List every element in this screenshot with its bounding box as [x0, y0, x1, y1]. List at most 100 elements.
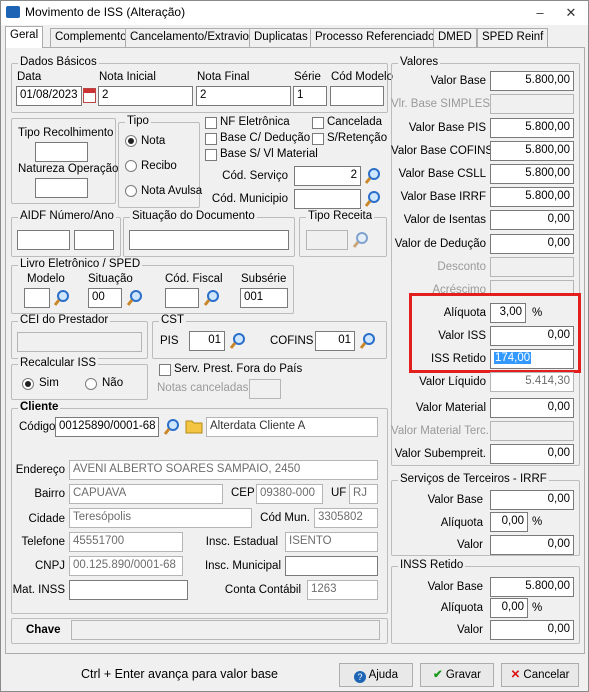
recalcular-nao-radio[interactable] [85, 378, 97, 390]
subserie-input[interactable]: 001 [240, 288, 288, 308]
bairro-input[interactable]: CAPUAVA [69, 484, 223, 504]
insc-municipal-input[interactable] [285, 556, 378, 576]
cei-input[interactable] [17, 332, 142, 352]
search-icon[interactable] [352, 231, 370, 249]
tab-geral[interactable]: Geral [5, 26, 44, 48]
uf-input[interactable]: RJ [349, 484, 378, 504]
codigo-label: Código [19, 421, 56, 433]
ajuda-button[interactable]: ? Ajuda [339, 663, 413, 687]
search-icon[interactable] [163, 418, 181, 436]
cancelada-checkbox[interactable] [312, 117, 324, 129]
acrescimo-input[interactable] [490, 280, 574, 294]
search-icon[interactable] [364, 190, 382, 208]
valor-base-cofins-input[interactable]: 5.800,00 [490, 141, 574, 161]
valor-subempreit-label: Valor Subempreit. [394, 448, 486, 460]
st-valor-input[interactable]: 0,00 [490, 535, 574, 555]
ajuda-label: Ajuda [368, 669, 398, 681]
st-aliquota-input[interactable]: 0,00 [490, 512, 528, 532]
desconto-input[interactable] [490, 257, 574, 277]
search-icon[interactable] [126, 289, 144, 307]
valor-base-input[interactable]: 5.800,00 [490, 71, 574, 91]
recalcular-sim-radio[interactable] [22, 378, 34, 390]
valor-base-csll-input[interactable]: 5.800,00 [490, 164, 574, 184]
tab-complemento[interactable]: Complemento [50, 28, 132, 47]
data-input[interactable]: 01/08/2023 [16, 86, 82, 106]
tab-cancelamento-extravio[interactable]: Cancelamento/Extravio [125, 28, 254, 47]
folder-icon[interactable] [184, 417, 204, 435]
search-icon[interactable] [203, 289, 221, 307]
mat-inss-input[interactable] [69, 580, 188, 600]
inss-valor-base-input[interactable]: 5.800,00 [490, 577, 574, 597]
cliente-nome-input[interactable]: Alterdata Cliente A [206, 417, 378, 437]
chave-input[interactable] [71, 620, 380, 640]
retencao-checkbox[interactable] [312, 133, 324, 145]
tipo-nota-radio[interactable] [125, 135, 137, 147]
notas-canceladas-input[interactable] [249, 379, 281, 399]
help-icon: ? [354, 671, 366, 683]
telefone-input[interactable]: 45551700 [69, 532, 183, 552]
tipo-recibo-radio[interactable] [125, 160, 137, 172]
close-button[interactable]: ✕ [560, 3, 582, 23]
notas-canceladas-label: Notas canceladas [157, 382, 249, 394]
tab-dmed[interactable]: DMED [433, 28, 477, 47]
inss-aliquota-input[interactable]: 0,00 [490, 598, 528, 618]
cod-municipio-input[interactable] [294, 189, 361, 209]
cofins-input[interactable]: 01 [315, 331, 355, 351]
calendar-icon[interactable] [83, 88, 96, 103]
serv-prest-fora-checkbox[interactable] [159, 364, 171, 376]
tipo-nota-avulsa-radio[interactable] [125, 185, 137, 197]
insc-estadual-input[interactable]: ISENTO [285, 532, 378, 552]
valor-isentas-input[interactable]: 0,00 [490, 210, 574, 230]
valor-base-pis-input[interactable]: 5.800,00 [490, 118, 574, 138]
window: Movimento de ISS (Alteração) – ✕ Geral C… [0, 0, 589, 692]
minimize-button[interactable]: – [529, 3, 551, 23]
situacao-input[interactable]: 00 [88, 288, 122, 308]
tipo-recolhimento-input[interactable] [35, 142, 88, 162]
vlr-base-simples-input[interactable] [490, 94, 574, 114]
situacao-documento-input[interactable] [129, 230, 289, 250]
insc-estadual-label: Insc. Estadual [205, 536, 278, 548]
cep-input[interactable]: 09380-000 [256, 484, 323, 504]
search-icon[interactable] [229, 332, 247, 350]
codigo-input[interactable]: 00125890/0001-68 [55, 417, 159, 437]
st-valor-label: Valor [457, 539, 483, 551]
search-icon[interactable] [53, 289, 71, 307]
cod-fiscal-input[interactable] [165, 288, 199, 308]
cod-modelo-input[interactable] [330, 86, 384, 106]
cod-servico-input[interactable]: 2 [294, 166, 361, 186]
modelo-input[interactable] [24, 288, 50, 308]
base-deducao-label: Base C/ Dedução [220, 132, 311, 144]
aidf-numero-input[interactable] [17, 230, 70, 250]
nf-eletronica-checkbox[interactable] [205, 117, 217, 129]
gravar-button[interactable]: ✔ Gravar [420, 663, 494, 687]
tab-processo-referenciado[interactable]: Processo Referenciado [310, 28, 440, 47]
pis-input[interactable]: 01 [189, 331, 225, 351]
nota-final-input[interactable]: 2 [196, 86, 291, 106]
base-deducao-checkbox[interactable] [205, 133, 217, 145]
inss-valor-input[interactable]: 0,00 [490, 620, 574, 640]
valor-material-input[interactable]: 0,00 [490, 398, 574, 418]
natureza-operacao-input[interactable] [35, 178, 88, 198]
cidade-input[interactable]: Teresópolis [69, 508, 252, 528]
search-icon[interactable] [364, 167, 382, 185]
st-valor-base-input[interactable]: 0,00 [490, 490, 574, 510]
valor-base-irrf-input[interactable]: 5.800,00 [490, 187, 574, 207]
cancelar-button[interactable]: ✕ Cancelar [501, 663, 579, 687]
valor-material-terc-input[interactable] [490, 421, 574, 441]
tab-sped-reinf[interactable]: SPED Reinf [477, 28, 549, 47]
aidf-ano-input[interactable] [74, 230, 114, 250]
tipo-receita-input[interactable] [306, 230, 348, 250]
servicos-terceiros-legend: Serviços de Terceiros - IRRF [398, 473, 549, 485]
valor-liquido-input[interactable]: 5.414,30 [490, 372, 574, 392]
endereco-input[interactable]: AVENI ALBERTO SOARES SAMPAIO, 2450 [69, 460, 378, 480]
base-material-checkbox[interactable] [205, 149, 217, 161]
serie-input[interactable]: 1 [293, 86, 327, 106]
valor-deducao-input[interactable]: 0,00 [490, 234, 574, 254]
search-icon[interactable] [359, 332, 377, 350]
conta-contabil-input[interactable]: 1263 [307, 580, 378, 600]
cnpj-input[interactable]: 00.125.890/0001-68 [69, 556, 183, 576]
tab-duplicatas[interactable]: Duplicatas [249, 28, 313, 47]
nota-inicial-input[interactable]: 2 [98, 86, 193, 106]
valor-subempreit-input[interactable]: 0,00 [490, 444, 574, 464]
cod-mun-input[interactable]: 3305802 [314, 508, 378, 528]
